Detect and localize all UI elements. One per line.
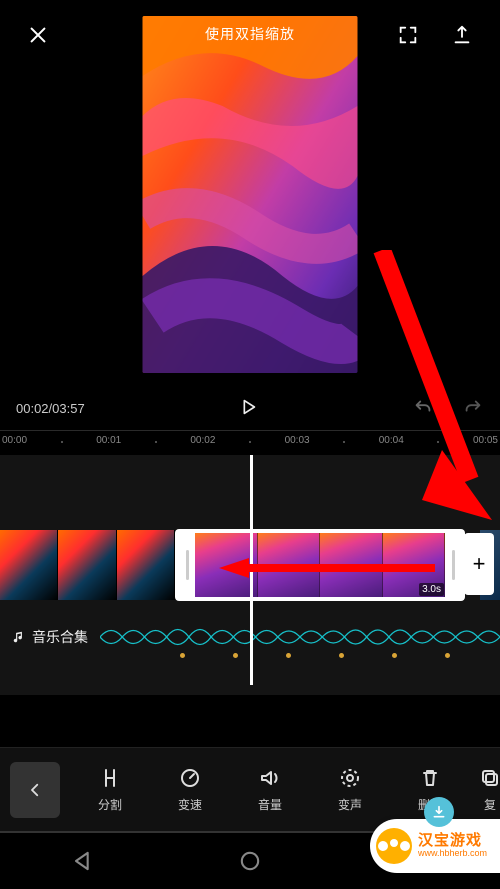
preview-frame [143,16,358,373]
ruler-tick: 00:05 [473,435,498,446]
close-icon [27,24,49,46]
play-icon [237,396,259,418]
ruler-tick: 00:04 [379,435,404,446]
watermark-badge[interactable]: 汉宝游戏 www.hbherb.com [370,819,500,873]
video-clip-1[interactable] [0,530,175,600]
close-button[interactable] [24,21,52,49]
delete-icon [418,766,442,790]
redo-button[interactable] [462,396,484,421]
audio-beat-markers [180,653,500,663]
tool-speed[interactable]: 变速 [150,766,230,813]
volume-icon [258,766,282,790]
clip-trim-right[interactable] [445,533,461,597]
toolbar-back-button[interactable] [10,762,60,818]
playhead[interactable] [250,455,253,685]
tool-volume[interactable]: 音量 [230,766,310,813]
audio-clip-label: 音乐合集 [12,627,88,647]
clip-trim-left[interactable] [179,533,195,597]
time-display: 00:02/03:57 [16,401,85,416]
ruler-tick: 00:00 [2,435,27,446]
audio-waveform[interactable] [100,622,500,652]
add-clip-button[interactable]: + [464,533,494,595]
watermark-url: www.hbherb.com [418,849,487,859]
undo-icon [412,396,434,418]
redo-icon [462,396,484,418]
pinch-hint: 使用双指缩放 [205,24,295,44]
split-icon [98,766,122,790]
ruler-tick: 00:02 [190,435,215,446]
plus-icon: + [473,551,486,577]
ruler-tick: 00:01 [96,435,121,446]
tool-copy[interactable]: 复 [470,766,500,813]
fullscreen-icon [397,24,419,46]
tool-split[interactable]: 分割 [70,766,150,813]
play-button[interactable] [237,406,259,421]
video-clip-selected[interactable]: 3.0s [175,529,465,601]
tool-voice-change[interactable]: 变声 [310,766,390,813]
copy-icon [478,766,500,790]
speed-icon [178,766,202,790]
video-preview[interactable]: 使用双指缩放 [143,16,358,373]
ruler-tick: 00:03 [285,435,310,446]
export-icon [451,24,473,46]
audio-track[interactable]: 音乐合集 [12,619,500,655]
watermark-logo-icon [376,828,412,864]
voice-change-icon [338,766,362,790]
clip-duration-label: 3.0s [419,583,444,596]
download-icon [431,804,447,820]
fullscreen-button[interactable] [394,21,422,49]
circle-home-icon [236,847,264,875]
undo-button[interactable] [412,396,434,421]
nav-home-button[interactable] [236,847,264,875]
music-note-icon [12,630,26,644]
chevron-left-icon [26,781,44,799]
watermark-title: 汉宝游戏 [418,833,487,850]
nav-back-button[interactable] [69,847,97,875]
timeline-ruler[interactable]: 00:00 00:01 00:02 00:03 00:04 00:05 [0,430,500,450]
triangle-back-icon [69,847,97,875]
export-button[interactable] [448,21,476,49]
download-badge[interactable] [424,797,454,827]
